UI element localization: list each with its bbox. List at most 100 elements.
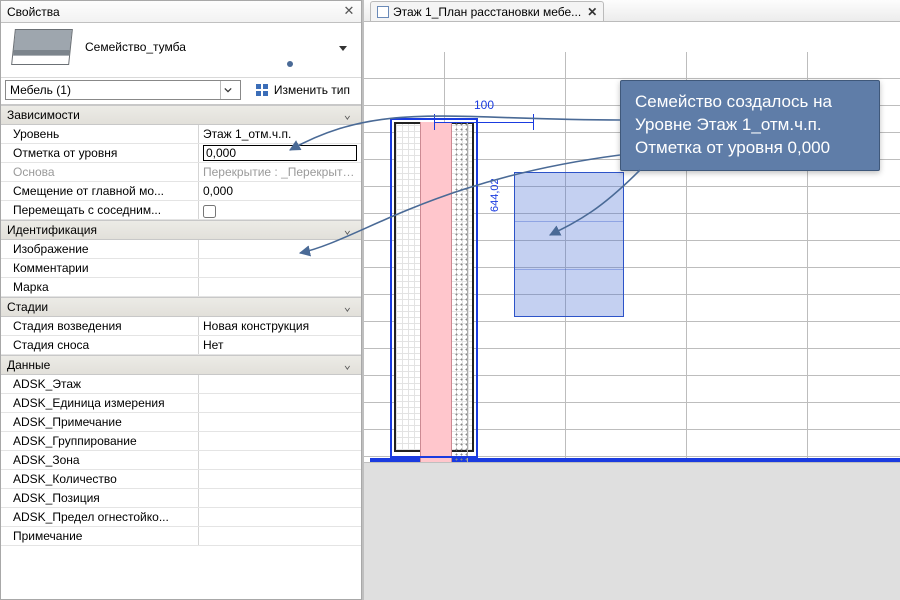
collapse-icon[interactable]: ⌃ xyxy=(344,108,351,122)
callout-line3: Отметка от уровня 0,000 xyxy=(635,137,865,160)
property-label: ADSK_Количество xyxy=(1,470,199,488)
property-value[interactable]: Нет xyxy=(199,336,361,354)
property-label: Марка xyxy=(1,278,199,296)
dim-h-value: 100 xyxy=(434,98,534,112)
property-row: Перемещать с соседним... xyxy=(1,201,361,220)
view-area: Этаж 1_План расстановки мебе... ✕ 100 64… xyxy=(362,0,900,600)
property-label: Перемещать с соседним... xyxy=(1,201,199,219)
type-selector[interactable]: Семейство_тумба xyxy=(1,23,361,78)
dimension-horizontal: 100 xyxy=(434,102,534,142)
collapse-icon[interactable]: ⌃ xyxy=(344,223,351,237)
wall-outline xyxy=(390,118,478,458)
property-checkbox[interactable] xyxy=(203,205,216,218)
close-icon[interactable]: ✕ xyxy=(587,5,597,19)
property-value[interactable] xyxy=(199,259,361,277)
property-value[interactable] xyxy=(199,240,361,258)
property-row: ADSK_Позиция xyxy=(1,489,361,508)
panel-title-bar: Свойства ✕ xyxy=(1,1,361,23)
group-header[interactable]: Данные⌃ xyxy=(1,355,361,375)
collapse-icon[interactable]: ⌃ xyxy=(344,300,351,314)
group-header[interactable]: Идентификация ⌃ xyxy=(1,220,361,240)
edit-type-button[interactable]: Изменить тип xyxy=(247,80,357,100)
property-label: ADSK_Зона xyxy=(1,451,199,469)
selected-family[interactable] xyxy=(514,172,624,317)
document-icon xyxy=(377,6,389,18)
ground xyxy=(364,462,900,600)
property-value[interactable] xyxy=(199,489,361,507)
collapse-icon[interactable]: ⌃ xyxy=(344,358,351,372)
property-row: Отметка от уровня xyxy=(1,144,361,163)
property-label: Изображение xyxy=(1,240,199,258)
property-row: ADSK_Этаж xyxy=(1,375,361,394)
group-header[interactable]: Стадии ⌃ xyxy=(1,297,361,317)
property-value[interactable]: Этаж 1_отм.ч.п. xyxy=(199,125,361,143)
property-label: ADSK_Примечание xyxy=(1,413,199,431)
property-row: Комментарии xyxy=(1,259,361,278)
chevron-down-icon[interactable] xyxy=(339,46,347,51)
property-label: Отметка от уровня xyxy=(1,144,199,162)
family-thumbnail xyxy=(11,29,73,65)
property-label: ADSK_Предел огнестойко... xyxy=(1,508,199,526)
property-value[interactable] xyxy=(199,413,361,431)
property-row: Изображение xyxy=(1,240,361,259)
group-title: Идентификация xyxy=(7,223,97,237)
property-value[interactable]: Перекрытие : _Перекрыти... xyxy=(199,163,361,181)
close-icon[interactable]: ✕ xyxy=(341,3,357,19)
group-title: Зависимости xyxy=(7,108,80,122)
view-tab[interactable]: Этаж 1_План расстановки мебе... ✕ xyxy=(370,1,604,21)
panel-title: Свойства xyxy=(7,5,60,19)
property-label: Комментарии xyxy=(1,259,199,277)
property-value xyxy=(199,201,361,219)
property-row: ADSK_Примечание xyxy=(1,413,361,432)
property-label: Уровень xyxy=(1,125,199,143)
instance-filter-row: Мебель (1) Изменить тип xyxy=(1,78,361,105)
property-row: Стадия сносаНет xyxy=(1,336,361,355)
edit-type-label: Изменить тип xyxy=(274,83,350,97)
property-value[interactable]: Новая конструкция xyxy=(199,317,361,335)
group-title: Стадии xyxy=(7,300,48,314)
filter-combo[interactable]: Мебель (1) xyxy=(5,80,241,100)
dim-v-value: 644,02 xyxy=(489,178,501,212)
property-label: Стадия сноса xyxy=(1,336,199,354)
property-value[interactable] xyxy=(199,508,361,526)
property-row: ADSK_Количество xyxy=(1,470,361,489)
property-row: Марка xyxy=(1,278,361,297)
type-name: Семейство_тумба xyxy=(83,40,339,54)
property-row: Стадия возведенияНовая конструкция xyxy=(1,317,361,336)
property-row: УровеньЭтаж 1_отм.ч.п. xyxy=(1,125,361,144)
callout-line2: Уровне Этаж 1_отм.ч.п. xyxy=(635,114,865,137)
group-header[interactable]: Зависимости ⌃ xyxy=(1,105,361,125)
property-value xyxy=(199,144,361,162)
property-value[interactable] xyxy=(199,394,361,412)
property-row: ADSK_Группирование xyxy=(1,432,361,451)
property-row: ОсноваПерекрытие : _Перекрыти... xyxy=(1,163,361,182)
property-label: Стадия возведения xyxy=(1,317,199,335)
property-label: Смещение от главной мо... xyxy=(1,182,199,200)
property-row: Примечание xyxy=(1,527,361,546)
property-value[interactable] xyxy=(199,432,361,450)
tab-label: Этаж 1_План расстановки мебе... xyxy=(393,5,581,19)
property-value[interactable] xyxy=(199,278,361,296)
property-value[interactable] xyxy=(199,470,361,488)
view-tabbar: Этаж 1_План расстановки мебе... ✕ xyxy=(364,0,900,22)
property-row: ADSK_Зона xyxy=(1,451,361,470)
property-label: ADSK_Этаж xyxy=(1,375,199,393)
property-row: ADSK_Предел огнестойко... xyxy=(1,508,361,527)
property-value[interactable] xyxy=(199,375,361,393)
property-label: ADSK_Группирование xyxy=(1,432,199,450)
property-value[interactable] xyxy=(199,451,361,469)
drawing-canvas[interactable]: 100 644,02 Семейство создалось на Уровне… xyxy=(364,22,900,600)
chevron-down-icon[interactable] xyxy=(220,81,236,99)
property-label: ADSK_Позиция xyxy=(1,489,199,507)
properties-panel: Свойства ✕ Семейство_тумба Мебель (1) Из… xyxy=(0,0,362,600)
property-row: Смещение от главной мо...0,000 xyxy=(1,182,361,201)
property-label: Примечание xyxy=(1,527,199,545)
property-grid: Зависимости ⌃ УровеньЭтаж 1_отм.ч.п.Отметк… xyxy=(1,105,361,599)
property-value[interactable]: 0,000 xyxy=(199,182,361,200)
dimension-vertical: 644,02 xyxy=(479,162,509,320)
property-label: ADSK_Единица измерения xyxy=(1,394,199,412)
property-label: Основа xyxy=(1,163,199,181)
grid-icon xyxy=(254,82,270,98)
property-input[interactable] xyxy=(203,145,357,161)
property-value[interactable] xyxy=(199,527,361,545)
